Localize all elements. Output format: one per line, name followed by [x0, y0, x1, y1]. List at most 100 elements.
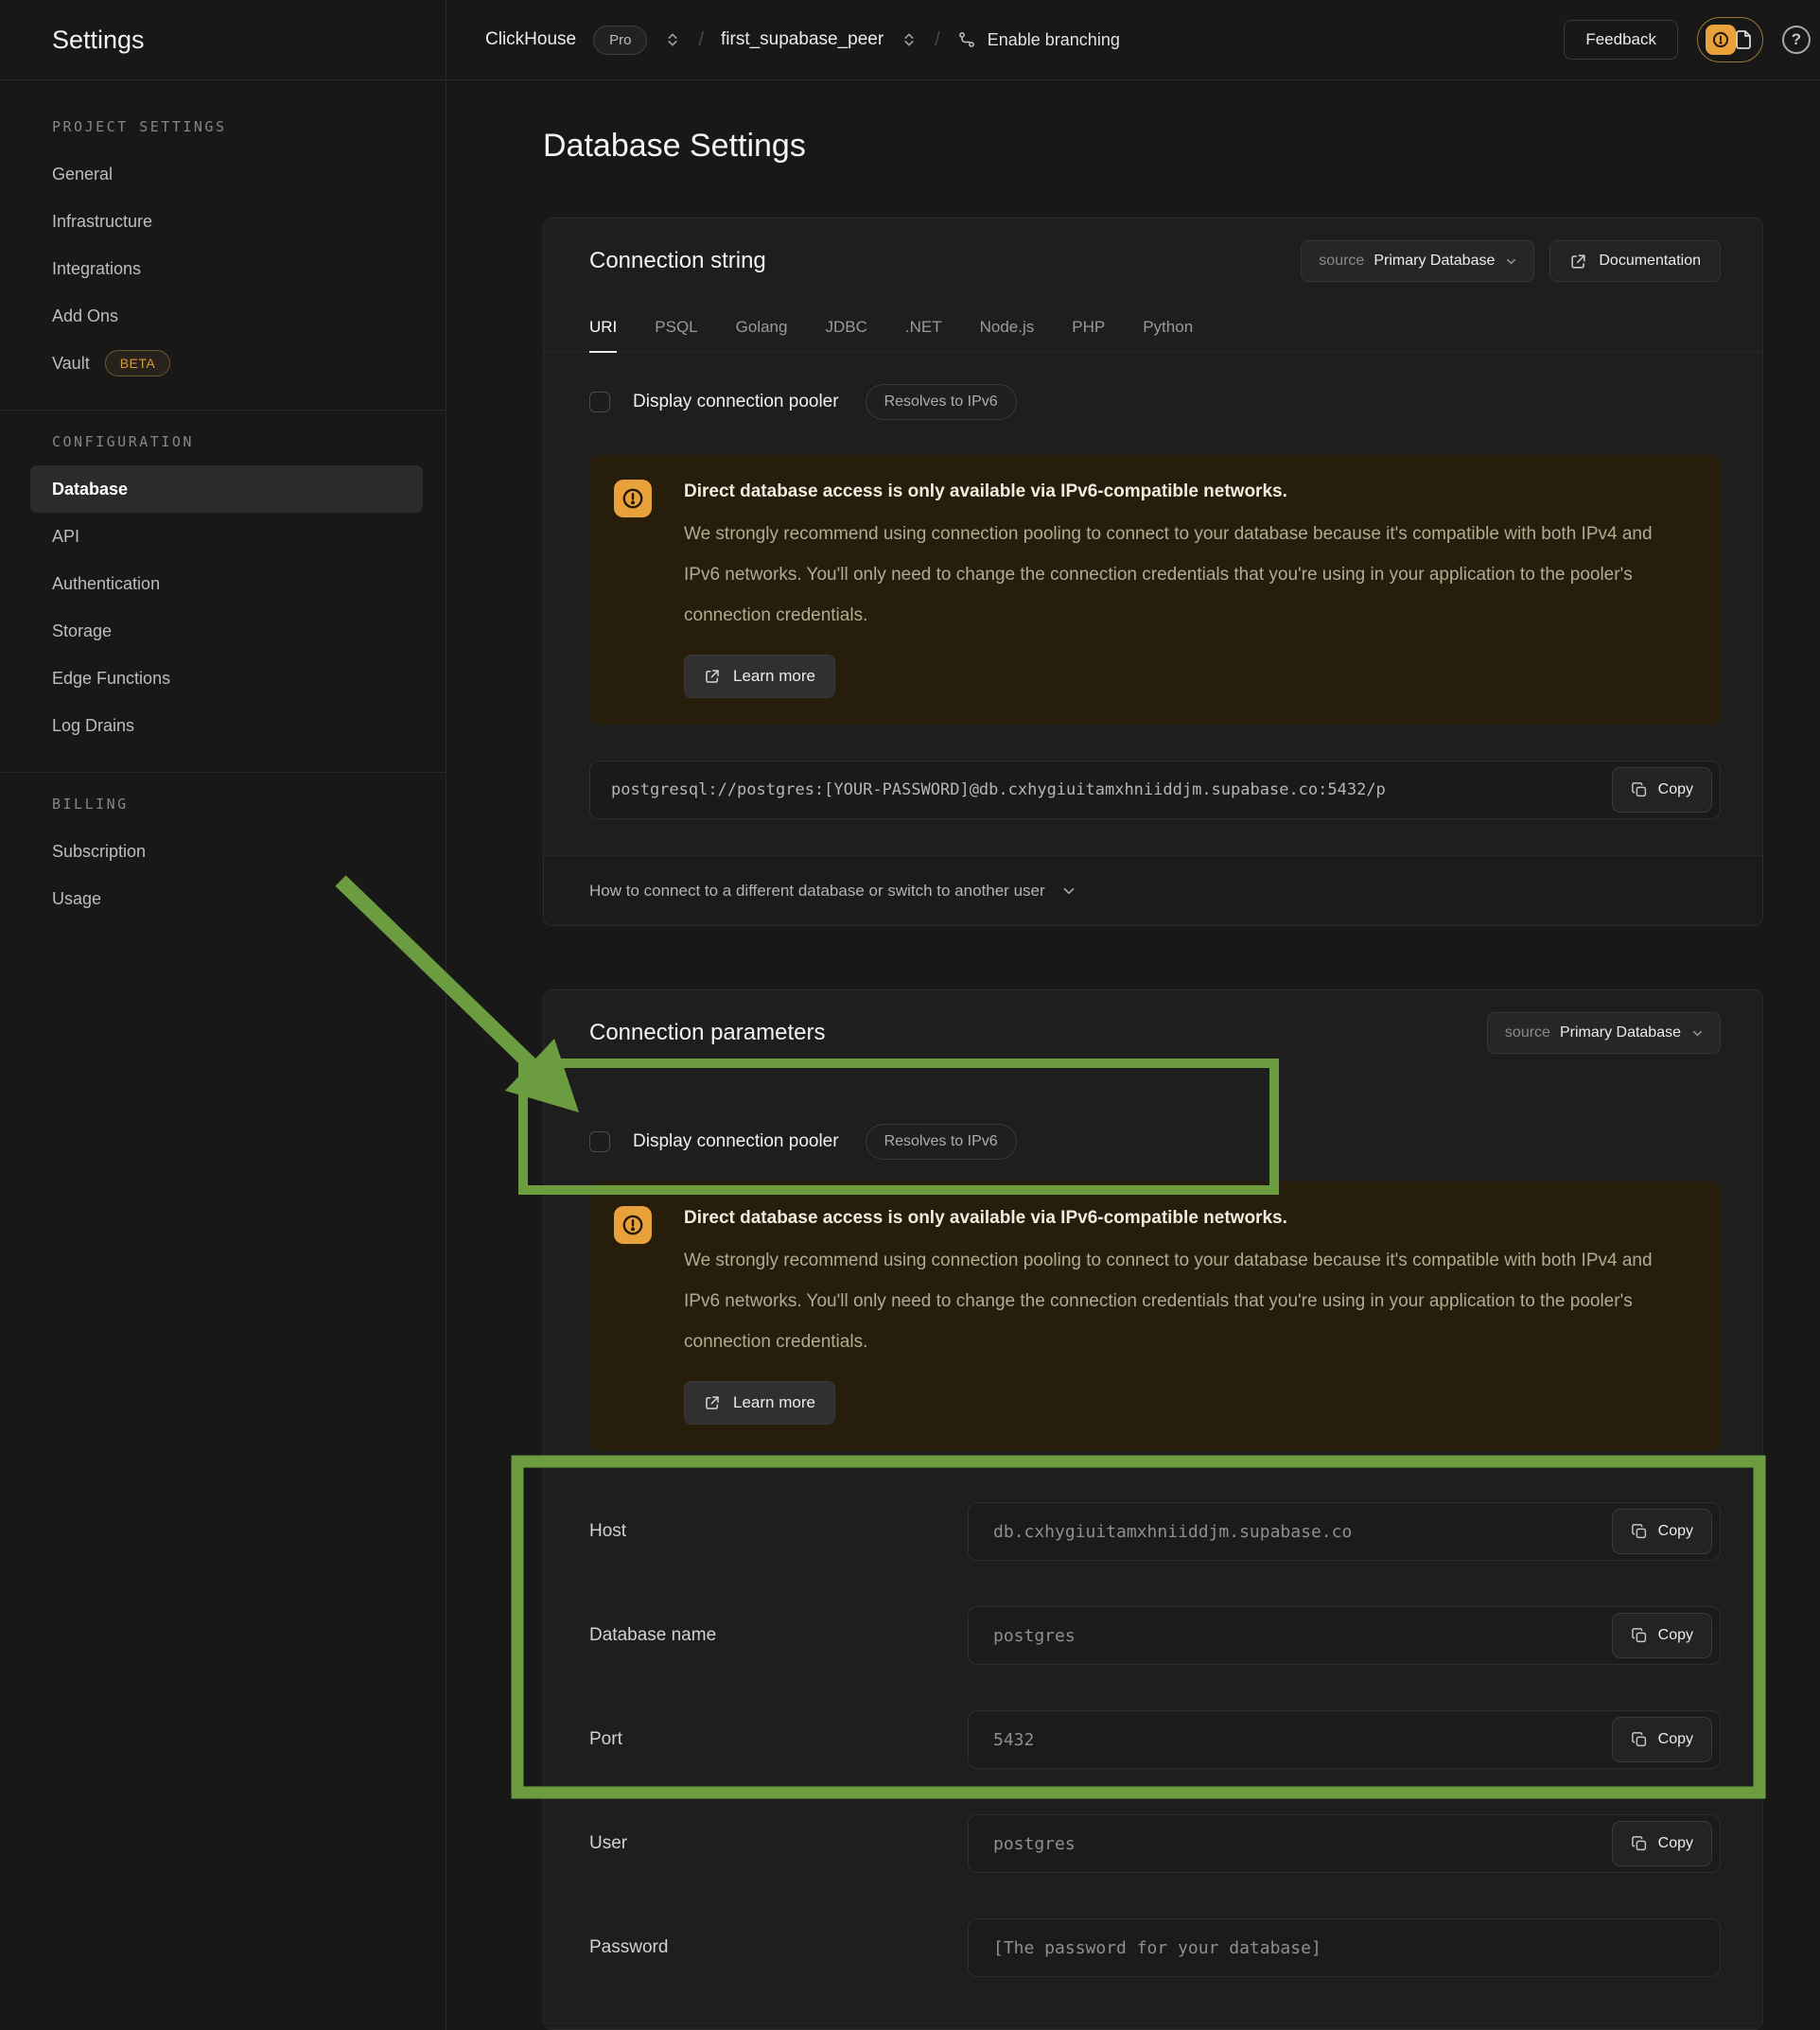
- copy-icon: [1631, 781, 1648, 798]
- source-select[interactable]: source Primary Database: [1301, 240, 1534, 282]
- database-name-row: Database name postgres Copy: [589, 1606, 1721, 1665]
- connection-parameters-title: Connection parameters: [589, 1020, 825, 1046]
- database-settings-heading: Database Settings: [543, 128, 806, 165]
- sidebar-item-edge-functions[interactable]: Edge Functions: [30, 655, 423, 702]
- copy-database-name-button[interactable]: Copy: [1612, 1613, 1712, 1658]
- connection-string-header: Connection string source Primary Databas…: [544, 219, 1762, 304]
- sidebar-item-subscription[interactable]: Subscription: [30, 828, 423, 875]
- sidebar-item-add-ons[interactable]: Add Ons: [30, 292, 423, 340]
- database-name-field[interactable]: postgres Copy: [968, 1606, 1721, 1665]
- external-link-icon: [704, 1394, 721, 1411]
- copy-icon: [1631, 1835, 1648, 1852]
- warning-body: We strongly recommend using connection p…: [684, 1240, 1692, 1362]
- display-connection-pooler-label: Display connection pooler: [633, 392, 839, 412]
- password-row: Password [The password for your database…: [589, 1918, 1721, 1977]
- warning-body: We strongly recommend using connection p…: [684, 514, 1692, 636]
- tab-nodejs[interactable]: Node.js: [980, 304, 1035, 353]
- port-field[interactable]: 5432 Copy: [968, 1710, 1721, 1769]
- connection-string-value: postgresql://postgres:[YOUR-PASSWORD]@db…: [611, 780, 1386, 799]
- help-icon[interactable]: ?: [1782, 26, 1811, 54]
- sidebar-item-integrations[interactable]: Integrations: [30, 245, 423, 292]
- tab-dotnet[interactable]: .NET: [905, 304, 942, 353]
- external-link-icon: [704, 668, 721, 685]
- changelog-doc-icon: [1732, 28, 1755, 51]
- breadcrumb-project[interactable]: first_supabase_peer: [721, 29, 884, 50]
- enable-branching-button[interactable]: Enable branching: [957, 30, 1120, 50]
- feedback-button[interactable]: Feedback: [1564, 20, 1678, 60]
- breadcrumb-org[interactable]: ClickHouse: [485, 29, 576, 50]
- sidebar-section-configuration: CONFIGURATION Database API Authenticatio…: [0, 433, 446, 749]
- sidebar-item-vault[interactable]: Vault BETA: [30, 340, 423, 387]
- breadcrumb-separator: /: [935, 29, 940, 51]
- host-label: Host: [589, 1521, 968, 1542]
- section-label: BILLING: [52, 796, 423, 813]
- resolves-to-ipv6-badge: Resolves to IPv6: [866, 1124, 1017, 1160]
- sidebar-item-usage[interactable]: Usage: [30, 875, 423, 922]
- documentation-button[interactable]: Documentation: [1549, 240, 1721, 282]
- connection-parameters-header: Connection parameters source Primary Dat…: [544, 990, 1762, 1076]
- connection-parameters-card: Connection parameters source Primary Dat…: [543, 989, 1763, 2030]
- tab-uri[interactable]: URI: [589, 304, 617, 353]
- password-field[interactable]: [The password for your database]: [968, 1918, 1721, 1977]
- display-connection-pooler-row: Display connection pooler Resolves to IP…: [589, 1121, 1721, 1163]
- chevron-down-icon: [1504, 254, 1518, 269]
- sidebar-item-log-drains[interactable]: Log Drains: [30, 702, 423, 749]
- copy-port-button[interactable]: Copy: [1612, 1717, 1712, 1762]
- tab-php[interactable]: PHP: [1072, 304, 1105, 353]
- database-name-label: Database name: [589, 1625, 968, 1646]
- ipv6-warning-banner: Direct database access is only available…: [589, 455, 1721, 725]
- sidebar-item-authentication[interactable]: Authentication: [30, 560, 423, 607]
- tab-psql[interactable]: PSQL: [655, 304, 697, 353]
- sidebar-section-project-settings: PROJECT SETTINGS General Infrastructure …: [0, 118, 446, 387]
- tab-python[interactable]: Python: [1143, 304, 1193, 353]
- connection-string-card: Connection string source Primary Databas…: [543, 218, 1763, 926]
- display-connection-pooler-checkbox[interactable]: [589, 392, 610, 412]
- user-field[interactable]: postgres Copy: [968, 1814, 1721, 1873]
- ipv6-warning-banner: Direct database access is only available…: [589, 1181, 1721, 1451]
- section-label: PROJECT SETTINGS: [52, 118, 423, 135]
- chevron-updown-icon[interactable]: [664, 31, 681, 48]
- chevron-updown-icon[interactable]: [901, 31, 918, 48]
- learn-more-button[interactable]: Learn more: [684, 655, 835, 698]
- sidebar-item-api[interactable]: API: [30, 513, 423, 560]
- learn-more-button[interactable]: Learn more: [684, 1381, 835, 1425]
- sidebar-item-infrastructure[interactable]: Infrastructure: [30, 198, 423, 245]
- connect-help-expander[interactable]: How to connect to a different database o…: [544, 855, 1762, 925]
- breadcrumb: ClickHouse Pro / first_supabase_peer / E…: [485, 26, 1120, 55]
- warning-title: Direct database access is only available…: [684, 480, 1692, 504]
- enable-branching-label: Enable branching: [988, 30, 1120, 50]
- git-branch-icon: [957, 30, 976, 49]
- chevron-down-icon: [1690, 1026, 1705, 1041]
- sidebar-item-database[interactable]: Database: [30, 465, 423, 513]
- divider: [0, 772, 446, 773]
- connection-string-field[interactable]: postgresql://postgres:[YOUR-PASSWORD]@db…: [589, 761, 1721, 819]
- app-header: Settings ClickHouse Pro / first_supabase…: [0, 0, 1820, 80]
- tab-jdbc[interactable]: JDBC: [825, 304, 866, 353]
- sidebar-item-storage[interactable]: Storage: [30, 607, 423, 655]
- warning-title: Direct database access is only available…: [684, 1206, 1692, 1231]
- port-row: Port 5432 Copy: [589, 1710, 1721, 1769]
- notifications-button[interactable]: [1697, 17, 1763, 62]
- resolves-to-ipv6-badge: Resolves to IPv6: [866, 384, 1017, 420]
- host-field[interactable]: db.cxhygiuitamxhniiddjm.supabase.co Copy: [968, 1502, 1721, 1561]
- tab-golang[interactable]: Golang: [736, 304, 788, 353]
- sidebar-item-general[interactable]: General: [30, 150, 423, 198]
- divider: [0, 410, 446, 411]
- external-link-icon: [1569, 253, 1587, 271]
- copy-icon: [1631, 1627, 1648, 1644]
- copy-host-button[interactable]: Copy: [1612, 1509, 1712, 1554]
- copy-connection-string-button[interactable]: Copy: [1612, 767, 1712, 813]
- host-row: Host db.cxhygiuitamxhniiddjm.supabase.co…: [589, 1502, 1721, 1561]
- chevron-down-icon: [1060, 883, 1077, 900]
- warning-icon: [614, 480, 652, 517]
- connection-string-title: Connection string: [589, 248, 766, 274]
- source-select[interactable]: source Primary Database: [1487, 1012, 1721, 1054]
- password-label: Password: [589, 1937, 968, 1958]
- plan-badge: Pro: [593, 26, 647, 55]
- copy-user-button[interactable]: Copy: [1612, 1821, 1712, 1866]
- display-connection-pooler-checkbox[interactable]: [589, 1131, 610, 1152]
- display-connection-pooler-label: Display connection pooler: [633, 1131, 839, 1152]
- breadcrumb-separator: /: [698, 29, 704, 51]
- page-title: Settings: [52, 26, 145, 55]
- copy-icon: [1631, 1523, 1648, 1540]
